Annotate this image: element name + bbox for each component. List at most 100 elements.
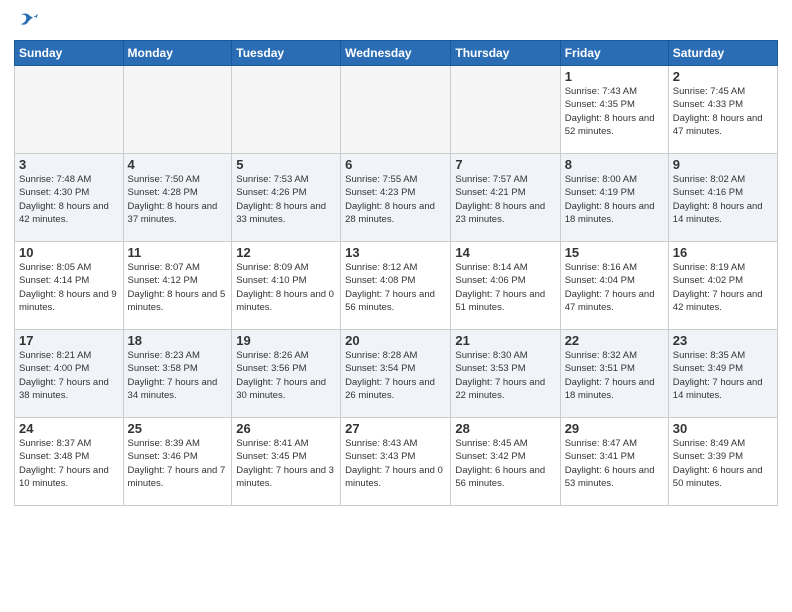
- calendar-cell: 12Sunrise: 8:09 AM Sunset: 4:10 PM Dayli…: [232, 242, 341, 330]
- day-info: Sunrise: 8:23 AM Sunset: 3:58 PM Dayligh…: [128, 349, 228, 402]
- day-number: 21: [455, 333, 555, 348]
- calendar-cell: 14Sunrise: 8:14 AM Sunset: 4:06 PM Dayli…: [451, 242, 560, 330]
- calendar-cell: 7Sunrise: 7:57 AM Sunset: 4:21 PM Daylig…: [451, 154, 560, 242]
- page-container: SundayMondayTuesdayWednesdayThursdayFrid…: [0, 0, 792, 514]
- calendar-week-row: 3Sunrise: 7:48 AM Sunset: 4:30 PM Daylig…: [15, 154, 778, 242]
- day-info: Sunrise: 8:05 AM Sunset: 4:14 PM Dayligh…: [19, 261, 119, 314]
- day-info: Sunrise: 8:14 AM Sunset: 4:06 PM Dayligh…: [455, 261, 555, 314]
- logo: [14, 10, 38, 32]
- day-number: 17: [19, 333, 119, 348]
- day-info: Sunrise: 7:43 AM Sunset: 4:35 PM Dayligh…: [565, 85, 664, 138]
- calendar-week-row: 24Sunrise: 8:37 AM Sunset: 3:48 PM Dayli…: [15, 418, 778, 506]
- calendar-cell: 2Sunrise: 7:45 AM Sunset: 4:33 PM Daylig…: [668, 66, 777, 154]
- day-info: Sunrise: 8:39 AM Sunset: 3:46 PM Dayligh…: [128, 437, 228, 490]
- day-info: Sunrise: 7:55 AM Sunset: 4:23 PM Dayligh…: [345, 173, 446, 226]
- day-info: Sunrise: 8:26 AM Sunset: 3:56 PM Dayligh…: [236, 349, 336, 402]
- day-number: 24: [19, 421, 119, 436]
- page-header: [14, 10, 778, 32]
- day-number: 2: [673, 69, 773, 84]
- calendar-cell: 26Sunrise: 8:41 AM Sunset: 3:45 PM Dayli…: [232, 418, 341, 506]
- day-number: 29: [565, 421, 664, 436]
- day-info: Sunrise: 8:00 AM Sunset: 4:19 PM Dayligh…: [565, 173, 664, 226]
- day-info: Sunrise: 8:12 AM Sunset: 4:08 PM Dayligh…: [345, 261, 446, 314]
- day-info: Sunrise: 7:45 AM Sunset: 4:33 PM Dayligh…: [673, 85, 773, 138]
- day-info: Sunrise: 8:49 AM Sunset: 3:39 PM Dayligh…: [673, 437, 773, 490]
- day-info: Sunrise: 8:45 AM Sunset: 3:42 PM Dayligh…: [455, 437, 555, 490]
- day-number: 20: [345, 333, 446, 348]
- day-number: 15: [565, 245, 664, 260]
- calendar-cell: 27Sunrise: 8:43 AM Sunset: 3:43 PM Dayli…: [341, 418, 451, 506]
- day-info: Sunrise: 7:53 AM Sunset: 4:26 PM Dayligh…: [236, 173, 336, 226]
- day-info: Sunrise: 8:09 AM Sunset: 4:10 PM Dayligh…: [236, 261, 336, 314]
- calendar-week-row: 1Sunrise: 7:43 AM Sunset: 4:35 PM Daylig…: [15, 66, 778, 154]
- calendar-table: SundayMondayTuesdayWednesdayThursdayFrid…: [14, 40, 778, 506]
- day-info: Sunrise: 8:37 AM Sunset: 3:48 PM Dayligh…: [19, 437, 119, 490]
- day-number: 28: [455, 421, 555, 436]
- calendar-cell: 10Sunrise: 8:05 AM Sunset: 4:14 PM Dayli…: [15, 242, 124, 330]
- calendar-day-header: Monday: [123, 41, 232, 66]
- calendar-header-row: SundayMondayTuesdayWednesdayThursdayFrid…: [15, 41, 778, 66]
- day-info: Sunrise: 8:07 AM Sunset: 4:12 PM Dayligh…: [128, 261, 228, 314]
- day-number: 14: [455, 245, 555, 260]
- calendar-cell: [123, 66, 232, 154]
- calendar-cell: 29Sunrise: 8:47 AM Sunset: 3:41 PM Dayli…: [560, 418, 668, 506]
- day-number: 22: [565, 333, 664, 348]
- day-number: 26: [236, 421, 336, 436]
- calendar-cell: [232, 66, 341, 154]
- calendar-cell: [341, 66, 451, 154]
- calendar-cell: 8Sunrise: 8:00 AM Sunset: 4:19 PM Daylig…: [560, 154, 668, 242]
- day-info: Sunrise: 8:35 AM Sunset: 3:49 PM Dayligh…: [673, 349, 773, 402]
- day-number: 6: [345, 157, 446, 172]
- calendar-cell: 28Sunrise: 8:45 AM Sunset: 3:42 PM Dayli…: [451, 418, 560, 506]
- calendar-cell: [15, 66, 124, 154]
- calendar-cell: 5Sunrise: 7:53 AM Sunset: 4:26 PM Daylig…: [232, 154, 341, 242]
- day-info: Sunrise: 8:41 AM Sunset: 3:45 PM Dayligh…: [236, 437, 336, 490]
- day-number: 8: [565, 157, 664, 172]
- logo-bird-icon: [16, 10, 38, 32]
- day-number: 10: [19, 245, 119, 260]
- calendar-day-header: Wednesday: [341, 41, 451, 66]
- calendar-day-header: Tuesday: [232, 41, 341, 66]
- calendar-cell: 3Sunrise: 7:48 AM Sunset: 4:30 PM Daylig…: [15, 154, 124, 242]
- calendar-cell: 22Sunrise: 8:32 AM Sunset: 3:51 PM Dayli…: [560, 330, 668, 418]
- calendar-cell: 18Sunrise: 8:23 AM Sunset: 3:58 PM Dayli…: [123, 330, 232, 418]
- calendar-cell: 15Sunrise: 8:16 AM Sunset: 4:04 PM Dayli…: [560, 242, 668, 330]
- calendar-cell: 9Sunrise: 8:02 AM Sunset: 4:16 PM Daylig…: [668, 154, 777, 242]
- day-info: Sunrise: 8:21 AM Sunset: 4:00 PM Dayligh…: [19, 349, 119, 402]
- day-info: Sunrise: 8:19 AM Sunset: 4:02 PM Dayligh…: [673, 261, 773, 314]
- calendar-cell: 16Sunrise: 8:19 AM Sunset: 4:02 PM Dayli…: [668, 242, 777, 330]
- calendar-cell: 25Sunrise: 8:39 AM Sunset: 3:46 PM Dayli…: [123, 418, 232, 506]
- day-info: Sunrise: 8:32 AM Sunset: 3:51 PM Dayligh…: [565, 349, 664, 402]
- calendar-cell: 30Sunrise: 8:49 AM Sunset: 3:39 PM Dayli…: [668, 418, 777, 506]
- calendar-cell: 11Sunrise: 8:07 AM Sunset: 4:12 PM Dayli…: [123, 242, 232, 330]
- calendar-cell: 4Sunrise: 7:50 AM Sunset: 4:28 PM Daylig…: [123, 154, 232, 242]
- calendar-cell: 13Sunrise: 8:12 AM Sunset: 4:08 PM Dayli…: [341, 242, 451, 330]
- calendar-day-header: Saturday: [668, 41, 777, 66]
- day-info: Sunrise: 7:48 AM Sunset: 4:30 PM Dayligh…: [19, 173, 119, 226]
- day-number: 30: [673, 421, 773, 436]
- day-number: 27: [345, 421, 446, 436]
- day-number: 7: [455, 157, 555, 172]
- calendar-cell: [451, 66, 560, 154]
- calendar-cell: 23Sunrise: 8:35 AM Sunset: 3:49 PM Dayli…: [668, 330, 777, 418]
- day-info: Sunrise: 8:16 AM Sunset: 4:04 PM Dayligh…: [565, 261, 664, 314]
- calendar-day-header: Thursday: [451, 41, 560, 66]
- day-info: Sunrise: 8:28 AM Sunset: 3:54 PM Dayligh…: [345, 349, 446, 402]
- day-info: Sunrise: 8:43 AM Sunset: 3:43 PM Dayligh…: [345, 437, 446, 490]
- day-number: 13: [345, 245, 446, 260]
- day-number: 3: [19, 157, 119, 172]
- day-number: 5: [236, 157, 336, 172]
- day-number: 25: [128, 421, 228, 436]
- calendar-day-header: Sunday: [15, 41, 124, 66]
- day-info: Sunrise: 8:02 AM Sunset: 4:16 PM Dayligh…: [673, 173, 773, 226]
- calendar-cell: 20Sunrise: 8:28 AM Sunset: 3:54 PM Dayli…: [341, 330, 451, 418]
- calendar-week-row: 17Sunrise: 8:21 AM Sunset: 4:00 PM Dayli…: [15, 330, 778, 418]
- day-number: 12: [236, 245, 336, 260]
- day-number: 4: [128, 157, 228, 172]
- calendar-cell: 19Sunrise: 8:26 AM Sunset: 3:56 PM Dayli…: [232, 330, 341, 418]
- calendar-week-row: 10Sunrise: 8:05 AM Sunset: 4:14 PM Dayli…: [15, 242, 778, 330]
- calendar-cell: 6Sunrise: 7:55 AM Sunset: 4:23 PM Daylig…: [341, 154, 451, 242]
- day-info: Sunrise: 8:47 AM Sunset: 3:41 PM Dayligh…: [565, 437, 664, 490]
- day-number: 16: [673, 245, 773, 260]
- day-info: Sunrise: 7:50 AM Sunset: 4:28 PM Dayligh…: [128, 173, 228, 226]
